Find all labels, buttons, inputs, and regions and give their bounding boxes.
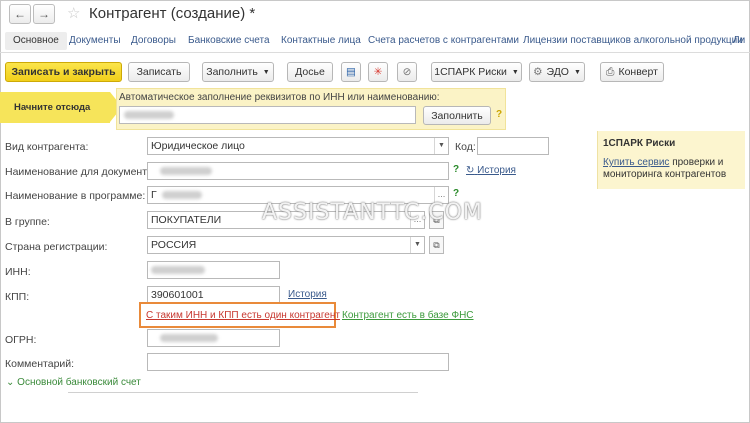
arrow-right-icon: → (38, 7, 50, 21)
chevron-down-icon: ⌄ (6, 377, 15, 388)
help-icon[interactable]: ? (453, 164, 459, 175)
help-icon[interactable]: ? (453, 188, 459, 199)
autofill-fill-button[interactable]: Заполнить (423, 106, 491, 125)
buy-service-link[interactable]: Купить сервис (603, 157, 669, 168)
section-divider (68, 392, 418, 393)
bank-account-section-toggle[interactable]: ⌄ Основной банковский счет (6, 377, 141, 388)
tab-more[interactable]: Ли (733, 32, 745, 50)
spark-panel-title: 1СПАРК Риски (603, 138, 676, 149)
history-icon: ↻ (466, 165, 475, 176)
doc-name-field[interactable] (147, 162, 449, 180)
bank-section-label: Основной банковский счет (17, 377, 141, 388)
doc-name-history-link[interactable]: ↻ История (466, 165, 516, 176)
inn-field[interactable] (147, 261, 280, 279)
fill-dropdown-button[interactable]: Заполнить ▼ (202, 62, 274, 82)
ogrn-label: ОГРН: (5, 334, 37, 346)
redacted-text (124, 111, 174, 119)
spark-panel-text: Купить сервис проверки и мониторинга кон… (603, 157, 743, 181)
country-label: Страна регистрации: (5, 241, 108, 253)
redacted-text (151, 266, 205, 274)
kpp-value: 390601001 (151, 289, 204, 301)
save-label: Записать (136, 66, 182, 78)
edo-dropdown-button[interactable]: ⚙ ЭДО ▼ (529, 62, 585, 82)
country-value: РОССИЯ (151, 239, 197, 251)
ogrn-field[interactable] (147, 329, 280, 347)
doc-name-label: Наименование для документов: (5, 166, 162, 178)
start-here-label: Начните отсюда (14, 102, 91, 113)
save-and-close-label: Записать и закрыть (11, 66, 116, 78)
tab-bar: Основное Документы Договоры Банковские с… (0, 30, 750, 52)
counterparty-type-select[interactable]: Юридическое лицо ▼ (147, 137, 449, 155)
paperclip-icon: ⊘ (402, 66, 412, 78)
tab-main[interactable]: Основное (5, 32, 67, 50)
start-here-hint: Начните отсюда (0, 92, 110, 123)
tab-contracts[interactable]: Договоры (131, 32, 176, 50)
redacted-text (160, 334, 218, 342)
autofill-label: Автоматическое заполнение реквизитов по … (119, 92, 440, 103)
kpp-label: КПП: (5, 291, 30, 303)
tab-alcohol-licenses[interactable]: Лицензии поставщиков алкогольной продукц… (523, 32, 743, 50)
dossier-button[interactable]: Досье (287, 62, 333, 82)
autofill-input[interactable] (119, 106, 416, 124)
open-icon[interactable]: ⧉ (429, 236, 444, 254)
dropdown-arrow-icon[interactable]: ▼ (434, 138, 448, 154)
inn-label: ИНН: (5, 266, 31, 278)
comment-field[interactable] (147, 353, 449, 371)
fill-label: Заполнить (206, 66, 258, 78)
edo-label: ЭДО (546, 66, 569, 78)
kpp-history-link[interactable]: История (288, 289, 327, 300)
tab-settlement-accounts[interactable]: Счета расчетов с контрагентами (368, 32, 519, 50)
same-inn-kpp-link[interactable]: С таким ИНН и КПП есть один контрагент (146, 310, 340, 321)
program-name-label: Наименование в программе: (5, 190, 146, 202)
favorite-star-icon[interactable]: ☆ (67, 4, 80, 22)
window-title: Контрагент (создание) * (89, 5, 256, 22)
envelope-label: Конверт (618, 66, 658, 78)
dropdown-arrow-icon: ▼ (511, 68, 519, 76)
code-label: Код: (455, 141, 476, 153)
dropdown-arrow-icon[interactable]: ▼ (410, 237, 424, 253)
spark-risks-label: 1СПАРК Риски (434, 66, 507, 78)
tab-documents[interactable]: Документы (69, 32, 121, 50)
asterisk-icon: ✳ (373, 66, 383, 78)
code-field[interactable] (477, 137, 549, 155)
watermark: ASSISTANTTC.COM (262, 200, 483, 225)
group-value: ПОКУПАТЕЛИ (151, 214, 222, 226)
redacted-text (162, 191, 202, 199)
tab-contacts[interactable]: Контактные лица (281, 32, 361, 50)
dropdown-arrow-icon: ▼ (573, 68, 581, 76)
envelope-button[interactable]: ⎙ Конверт (600, 62, 664, 82)
tab-bank-accounts[interactable]: Банковские счета (188, 32, 270, 50)
save-button[interactable]: Записать (128, 62, 190, 82)
spark-risks-dropdown-button[interactable]: 1СПАРК Риски ▼ (431, 62, 522, 82)
program-name-value: Г (151, 189, 157, 201)
comment-label: Комментарий: (5, 358, 75, 370)
counterparty-type-value: Юридическое лицо (151, 140, 245, 152)
dropdown-arrow-icon: ▼ (262, 68, 270, 76)
country-select[interactable]: РОССИЯ ▼ (147, 236, 425, 254)
tab-divider (0, 52, 750, 53)
fns-database-link[interactable]: Контрагент есть в базе ФНС (342, 310, 474, 321)
counterparty-type-label: Вид контрагента: (5, 141, 89, 153)
print-doc-icon-button[interactable]: ▤ (341, 62, 361, 82)
title-bar: ← → ☆ Контрагент (создание) * (0, 0, 750, 28)
forward-button[interactable]: → (33, 4, 55, 24)
back-button[interactable]: ← (9, 4, 31, 24)
burst-icon-button[interactable]: ✳ (368, 62, 388, 82)
dossier-label: Досье (295, 66, 325, 78)
arrow-left-icon: ← (14, 7, 26, 21)
attachment-icon-button[interactable]: ⊘ (397, 62, 417, 82)
edo-icon: ⚙ (533, 66, 543, 78)
document-icon: ▤ (346, 66, 356, 78)
save-and-close-button[interactable]: Записать и закрыть (5, 62, 122, 82)
group-label: В группе: (5, 216, 50, 228)
autofill-fill-label: Заполнить (431, 109, 483, 122)
history-link-label: История (477, 165, 516, 176)
help-icon[interactable]: ? (496, 109, 502, 120)
redacted-text (160, 167, 212, 175)
printer-icon: ⎙ (606, 65, 615, 78)
